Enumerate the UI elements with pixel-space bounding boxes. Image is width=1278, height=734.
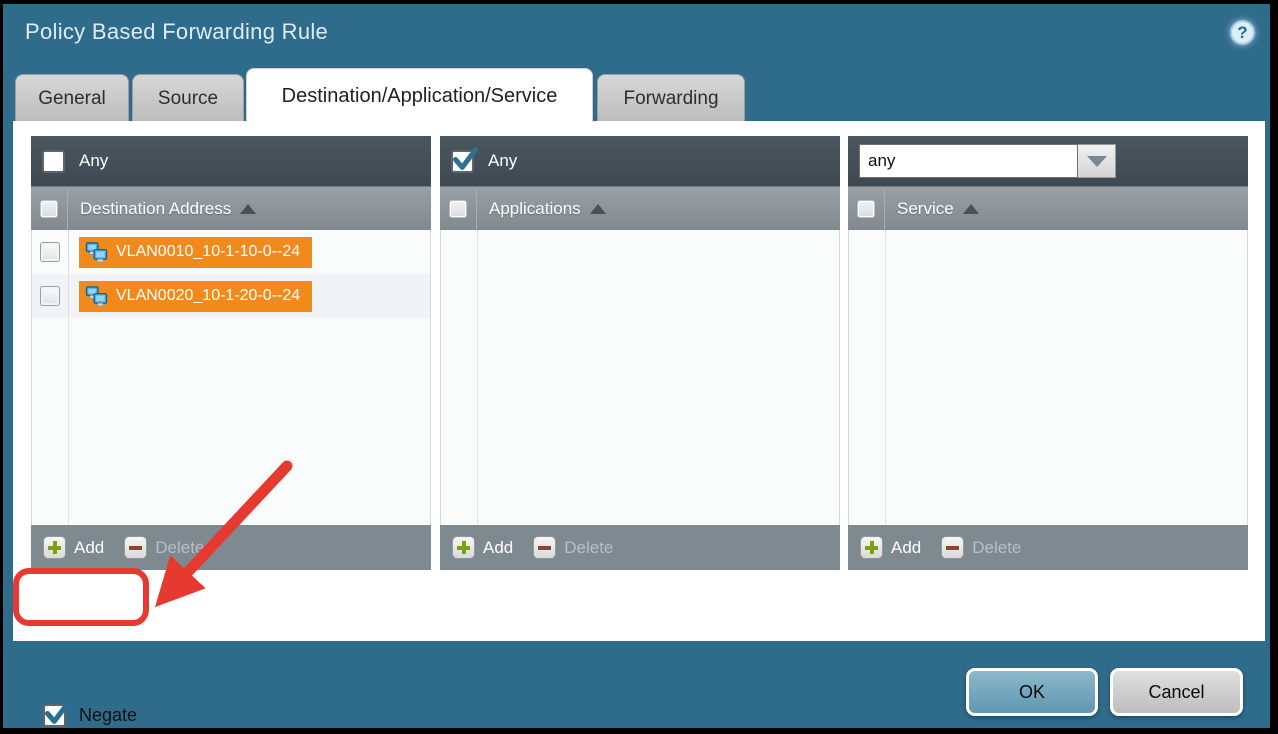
applications-any-header: Any	[440, 136, 840, 186]
address-object-label: VLAN0020_10-1-20-0--24	[116, 287, 300, 305]
applications-any-label: Any	[488, 151, 517, 171]
destination-selectall-checkbox[interactable]	[40, 200, 58, 218]
service-panel: Service Add Delete	[848, 136, 1248, 570]
applications-selectall-checkbox[interactable]	[449, 200, 467, 218]
delete-button[interactable]: Delete	[124, 536, 204, 559]
applications-any-checkbox[interactable]	[451, 150, 474, 173]
add-icon	[43, 536, 66, 559]
add-icon	[452, 536, 475, 559]
applications-column-header: Applications	[440, 186, 840, 230]
row-checkbox[interactable]	[40, 286, 60, 306]
applications-list	[440, 230, 840, 525]
delete-icon	[533, 536, 556, 559]
address-object-label: VLAN0010_10-1-10-0--24	[116, 243, 300, 261]
tab-general[interactable]: General	[15, 74, 129, 121]
checkmark-icon	[451, 146, 478, 173]
service-dropdown-button[interactable]	[1078, 144, 1116, 178]
delete-icon	[124, 536, 147, 559]
service-column-header: Service	[848, 186, 1248, 230]
applications-toolbar: Add Delete	[440, 525, 840, 570]
service-toolbar: Add Delete	[848, 525, 1248, 570]
policy-forwarding-dialog: Policy Based Forwarding Rule ? General S…	[3, 4, 1270, 728]
network-address-icon	[85, 242, 109, 263]
sort-ascending-icon	[240, 204, 256, 214]
network-address-icon	[85, 286, 109, 307]
column-divider	[885, 230, 886, 525]
dialog-title: Policy Based Forwarding Rule	[25, 19, 328, 45]
checkmark-icon	[43, 700, 70, 727]
column-divider	[477, 230, 478, 525]
delete-icon	[941, 536, 964, 559]
sort-ascending-icon	[590, 204, 606, 214]
tab-source[interactable]: Source	[132, 74, 244, 121]
destination-panel: Any Destination Address	[31, 136, 431, 570]
tab-content-area: Any Destination Address	[13, 121, 1265, 641]
applications-sort-header[interactable]: Applications	[477, 199, 606, 219]
chevron-down-icon	[1087, 156, 1107, 167]
add-button[interactable]: Add	[43, 536, 104, 559]
negate-label: Negate	[79, 705, 137, 726]
address-object-chip[interactable]: VLAN0020_10-1-20-0--24	[79, 281, 312, 312]
negate-control: Negate	[43, 704, 137, 727]
service-dropdown-header	[848, 136, 1248, 186]
tab-forwarding[interactable]: Forwarding	[597, 74, 745, 121]
delete-button[interactable]: Delete	[533, 536, 613, 559]
service-dropdown	[859, 144, 1116, 178]
destination-column-header: Destination Address	[31, 186, 431, 230]
service-selectall-checkbox[interactable]	[857, 200, 875, 218]
cancel-button[interactable]: Cancel	[1110, 668, 1243, 716]
add-button[interactable]: Add	[860, 536, 921, 559]
destination-list: VLAN0010_10-1-10-0--24	[31, 230, 431, 525]
delete-button[interactable]: Delete	[941, 536, 1021, 559]
address-object-chip[interactable]: VLAN0010_10-1-10-0--24	[79, 237, 312, 268]
sort-ascending-icon	[963, 204, 979, 214]
destination-any-checkbox[interactable]	[42, 150, 65, 173]
add-button[interactable]: Add	[452, 536, 513, 559]
destination-toolbar: Add Delete	[31, 525, 431, 570]
row-checkbox[interactable]	[40, 242, 60, 262]
service-list	[848, 230, 1248, 525]
table-row: VLAN0020_10-1-20-0--24	[32, 274, 430, 318]
table-row: VLAN0010_10-1-10-0--24	[32, 230, 430, 274]
destination-address-sort-header[interactable]: Destination Address	[68, 199, 256, 219]
applications-panel: Any Applications Add Delete	[440, 136, 840, 570]
service-sort-header[interactable]: Service	[885, 199, 979, 219]
negate-checkbox[interactable]	[43, 704, 66, 727]
help-icon[interactable]: ?	[1230, 20, 1255, 45]
tab-destination-application-service[interactable]: Destination/Application/Service	[246, 68, 593, 122]
ok-button[interactable]: OK	[966, 668, 1098, 716]
destination-any-header: Any	[31, 136, 431, 186]
service-dropdown-input[interactable]	[859, 144, 1078, 178]
destination-any-label: Any	[79, 151, 108, 171]
add-icon	[860, 536, 883, 559]
